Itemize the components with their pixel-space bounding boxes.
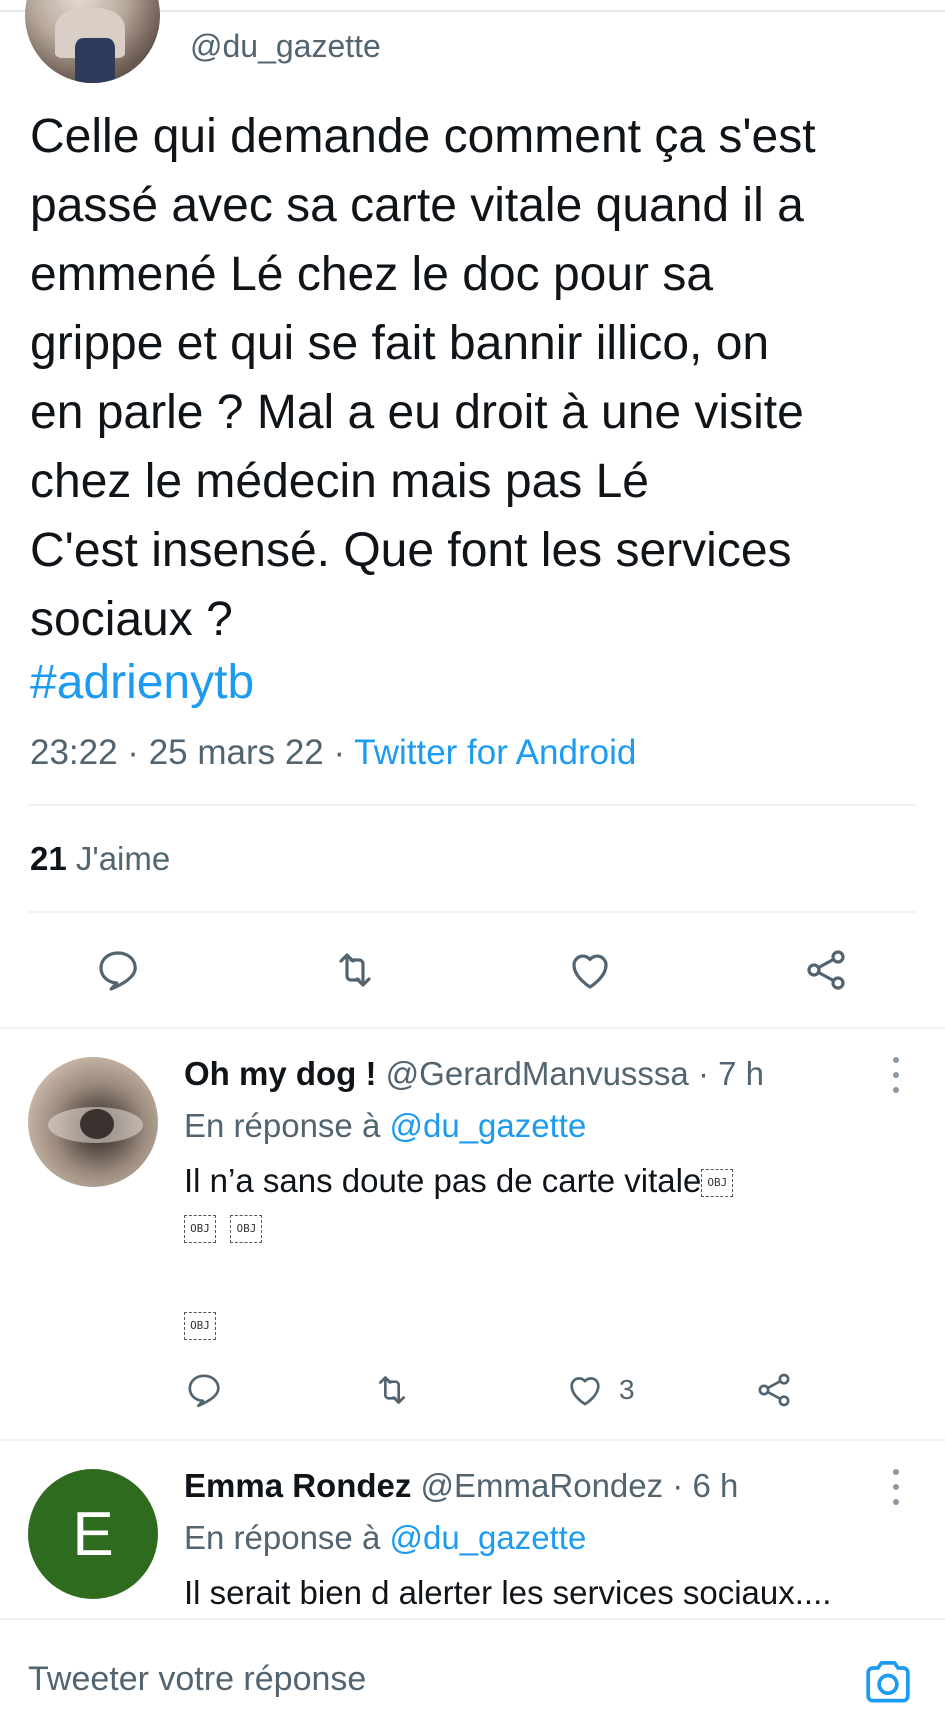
emoji-placeholder: OBJ — [184, 1312, 216, 1340]
share-icon[interactable] — [796, 940, 856, 1000]
reply-author-handle[interactable]: @GerardManvusssa · 7 h — [377, 1055, 764, 1092]
camera-icon[interactable] — [860, 1654, 916, 1710]
reply-tweet[interactable]: Oh my dog ! @GerardManvusssa · 7 h En ré… — [0, 1027, 945, 1439]
reply-icon[interactable] — [184, 1365, 224, 1415]
emoji-row: OBJ OBJ — [184, 1215, 263, 1243]
reply-author-handle[interactable]: @EmmaRondez · 6 h — [411, 1467, 739, 1504]
reply-context: En réponse à @du_gazette — [184, 1519, 586, 1557]
reply-header: Oh my dog ! @GerardManvusssa · 7 h — [184, 1055, 764, 1093]
reply-compose-bar: Tweeter votre réponse — [0, 1618, 945, 1732]
emoji-placeholder: OBJ — [230, 1215, 263, 1243]
tweet-source-link[interactable]: Twitter for Android — [354, 733, 636, 772]
reply-tweet[interactable]: E Emma Rondez @EmmaRondez · 6 h En répon… — [0, 1439, 945, 1618]
reply-icon[interactable] — [88, 940, 148, 1000]
retweet-icon[interactable] — [325, 940, 385, 1000]
reply-mention-link[interactable]: @du_gazette — [389, 1519, 586, 1556]
emoji-placeholder: OBJ — [184, 1215, 216, 1243]
reply-avatar[interactable]: E — [28, 1469, 158, 1599]
reply-avatar[interactable] — [28, 1057, 158, 1187]
emoji-row: OBJ — [184, 1312, 216, 1340]
reply-context-label: En réponse à — [184, 1519, 390, 1556]
retweet-icon[interactable] — [372, 1365, 412, 1415]
reply-text: Il n’a sans doute pas de carte vitale OBJ — [184, 1162, 734, 1200]
reply-context: En réponse à @du_gazette — [184, 1107, 586, 1145]
like-button[interactable]: 3 — [565, 1365, 635, 1415]
reply-author-name[interactable]: Oh my dog ! — [184, 1055, 377, 1092]
reply-text: Il serait bien d alerter les services so… — [184, 1574, 832, 1611]
likes-number: 21 — [30, 840, 67, 877]
more-options-icon[interactable] — [890, 1469, 902, 1505]
like-count: 3 — [619, 1374, 635, 1405]
reply-header: Emma Rondez @EmmaRondez · 6 h — [184, 1467, 738, 1505]
divider — [28, 804, 916, 806]
like-icon[interactable] — [560, 940, 620, 1000]
more-options-icon[interactable] — [890, 1057, 902, 1093]
hashtag-link[interactable]: #adrienytb — [30, 655, 254, 710]
likes-label: J'aime — [66, 840, 171, 877]
emoji-placeholder: OBJ — [701, 1169, 734, 1198]
tweet-meta: 23:22 · 25 mars 22 · Twitter for Android — [30, 733, 636, 773]
reply-text-body: Il n’a sans doute pas de carte vitale — [184, 1162, 702, 1199]
author-avatar[interactable] — [25, 0, 160, 83]
likes-count[interactable]: 21 J'aime — [30, 840, 170, 878]
author-handle[interactable]: @du_gazette — [190, 28, 381, 65]
tweet-timestamp: 23:22 · 25 mars 22 · — [30, 733, 355, 772]
reply-input[interactable]: Tweeter votre réponse — [28, 1660, 366, 1699]
tweet-text: Celle qui demande comment ça s'est passé… — [30, 110, 816, 646]
like-icon — [570, 1377, 600, 1406]
reply-mention-link[interactable]: @du_gazette — [389, 1107, 586, 1144]
share-icon[interactable] — [754, 1365, 794, 1415]
tweet-action-bar — [0, 940, 945, 1000]
reply-context-label: En réponse à — [184, 1107, 390, 1144]
avatar-letter: E — [72, 1499, 114, 1569]
tweet-header: @du_gazette — [0, 0, 945, 90]
divider — [28, 911, 916, 913]
reply-author-name[interactable]: Emma Rondez — [184, 1467, 411, 1504]
reply-action-bar: 3 — [0, 1365, 945, 1415]
